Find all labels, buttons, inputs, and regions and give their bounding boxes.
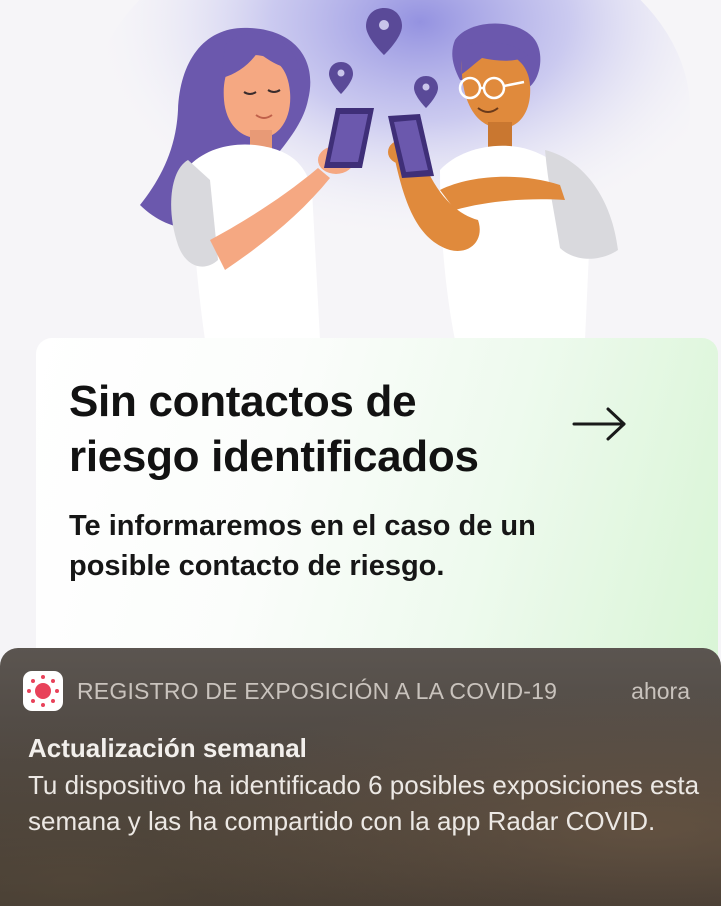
push-notification[interactable]: REGISTRO DE EXPOSICIÓN A LA COVID-19 aho… <box>0 648 721 906</box>
exposure-status-card[interactable]: Sin contactos de riesgo identificados Te… <box>36 338 718 668</box>
two-people-with-phones-illustration <box>0 0 721 350</box>
radar-covid-icon <box>23 671 63 711</box>
status-subtitle: Te informaremos en el caso de un posible… <box>69 510 536 582</box>
notification-title: Actualización semanal <box>28 733 307 763</box>
status-title: Sin contactos de riesgo identificados <box>69 377 479 481</box>
hero-illustration <box>0 0 721 350</box>
notification-app-name: REGISTRO DE EXPOSICIÓN A LA COVID-19 <box>77 678 558 704</box>
arrow-right-icon[interactable] <box>572 406 628 442</box>
notification-time: ahora <box>631 678 690 704</box>
app-screen: Sin contactos de riesgo identificados Te… <box>0 0 721 906</box>
notification-body: Tu dispositivo ha identificado 6 posible… <box>28 770 700 836</box>
